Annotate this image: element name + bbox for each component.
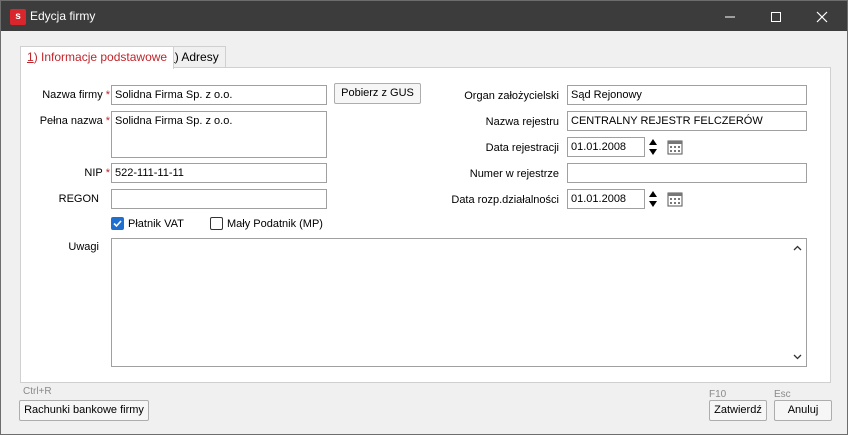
nazwa-rejestru-label: Nazwa rejestru bbox=[485, 116, 559, 128]
tab-label: ) Adresy bbox=[174, 50, 219, 64]
regon-label: REGON bbox=[58, 193, 99, 205]
confirm-shortcut-hint: F10 bbox=[709, 389, 727, 400]
spin-up-icon[interactable] bbox=[646, 137, 660, 147]
pelna-nazwa-label: Pełna nazwa * bbox=[39, 115, 110, 127]
rachunki-bankowe-button[interactable]: Rachunki bankowe firmy bbox=[19, 400, 149, 421]
checkmark-icon bbox=[113, 220, 122, 228]
title-bar[interactable]: s Edycja firmy bbox=[1, 1, 847, 31]
data-rozp-spinner bbox=[646, 189, 660, 209]
zatwierdz-button[interactable]: Zatwierdź bbox=[709, 400, 767, 421]
anuluj-button[interactable]: Anuluj bbox=[774, 400, 832, 421]
data-rozp-field[interactable]: 01.01.2008 bbox=[567, 189, 645, 209]
data-rozp-label: Data rozp.działalności bbox=[451, 194, 559, 206]
nip-label: NIP * bbox=[84, 167, 110, 179]
numer-w-rejestrze-field[interactable] bbox=[567, 163, 807, 183]
data-rejestracji-label: Data rejestracji bbox=[485, 142, 559, 154]
maximize-button[interactable] bbox=[753, 1, 799, 31]
minimize-icon bbox=[725, 16, 735, 18]
maly-podatnik-checkbox[interactable] bbox=[210, 217, 223, 230]
data-rejestracji-spinner bbox=[646, 137, 660, 157]
organ-label: Organ założycielski bbox=[464, 90, 559, 102]
maximize-icon bbox=[771, 12, 781, 22]
scroll-down-icon[interactable] bbox=[793, 352, 802, 361]
tab-label: ) Informacje podstawowe bbox=[33, 50, 168, 64]
regon-field[interactable] bbox=[111, 189, 327, 209]
close-button[interactable] bbox=[799, 1, 845, 31]
maly-podatnik-label[interactable]: Mały Podatnik (MP) bbox=[227, 218, 323, 230]
platnik-vat-label[interactable]: Płatnik VAT bbox=[128, 218, 184, 230]
minimize-button[interactable] bbox=[707, 1, 753, 31]
spin-down-icon[interactable] bbox=[646, 199, 660, 209]
uwagi-textarea[interactable] bbox=[111, 238, 807, 367]
rachunki-shortcut-hint: Ctrl+R bbox=[23, 386, 52, 397]
data-rejestracji-field[interactable]: 01.01.2008 bbox=[567, 137, 645, 157]
spin-down-icon[interactable] bbox=[646, 147, 660, 157]
uwagi-label: Uwagi bbox=[68, 241, 99, 253]
numer-w-rejestrze-label: Numer w rejestrze bbox=[469, 168, 559, 180]
pobierz-z-gus-button[interactable]: Pobierz z GUS bbox=[334, 83, 421, 104]
window-title: Edycja firmy bbox=[30, 9, 96, 23]
nazwa-firmy-label: Nazwa firmy * bbox=[42, 89, 110, 101]
calendar-icon[interactable] bbox=[667, 191, 683, 207]
app-logo-icon: s bbox=[10, 9, 26, 25]
organ-field[interactable]: Sąd Rejonowy bbox=[567, 85, 807, 105]
platnik-vat-checkbox[interactable] bbox=[111, 217, 124, 230]
scroll-up-icon[interactable] bbox=[793, 244, 802, 253]
tab-hotkey: 1 bbox=[27, 50, 34, 64]
nip-field[interactable]: 522-111-11-11 bbox=[111, 163, 327, 183]
calendar-icon[interactable] bbox=[667, 139, 683, 155]
close-icon bbox=[816, 11, 828, 23]
spin-up-icon[interactable] bbox=[646, 189, 660, 199]
tab-informacje-podstawowe[interactable]: 1) Informacje podstawowe bbox=[20, 46, 175, 69]
pelna-nazwa-field[interactable]: Solidna Firma Sp. z o.o. bbox=[111, 111, 327, 158]
edit-company-dialog: s Edycja firmy 1) Informacje podstawowe … bbox=[0, 0, 848, 435]
nazwa-rejestru-field[interactable]: CENTRALNY REJESTR FELCZERÓW bbox=[567, 111, 807, 131]
cancel-shortcut-hint: Esc bbox=[774, 389, 791, 400]
nazwa-firmy-field[interactable]: Solidna Firma Sp. z o.o. bbox=[111, 85, 327, 105]
